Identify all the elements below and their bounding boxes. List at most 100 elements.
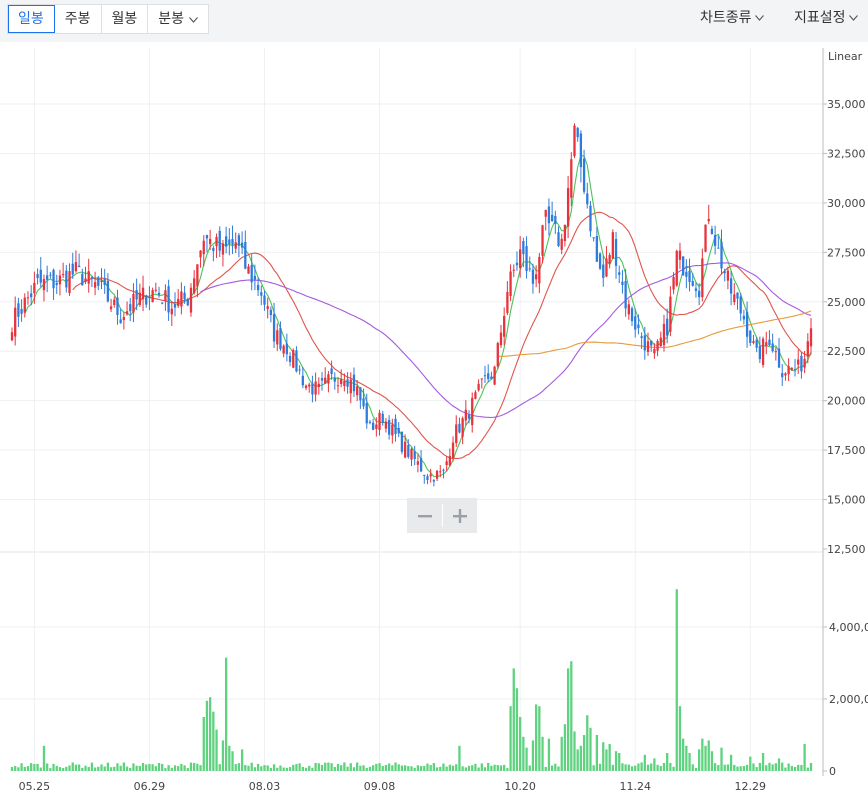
candle-body <box>285 343 289 355</box>
volume-bar <box>688 753 691 771</box>
zoom-in-button[interactable] <box>442 498 477 533</box>
candle-body <box>499 332 503 346</box>
candle-body <box>646 341 650 352</box>
candle-body <box>598 253 602 269</box>
candle-body <box>534 274 538 280</box>
volume-bar <box>435 767 439 771</box>
volume-bar <box>215 729 218 771</box>
volume-bar <box>320 764 324 771</box>
candle-body <box>781 373 784 378</box>
volume-bar <box>474 763 477 771</box>
tab-daily[interactable]: 일봉 <box>8 5 55 33</box>
volume-bar <box>324 762 327 771</box>
candle-body <box>720 241 723 269</box>
volume-bar <box>106 762 110 771</box>
candle-body <box>407 445 410 457</box>
candle-body <box>697 290 701 298</box>
zoom-out-button[interactable] <box>407 498 442 533</box>
volume-bar <box>544 766 547 771</box>
volume-bar <box>119 765 122 771</box>
volume-bar <box>499 765 503 771</box>
volume-bar <box>627 764 630 771</box>
candle-body <box>637 324 640 329</box>
volume-bar <box>269 767 273 771</box>
volume-bar <box>58 767 62 771</box>
volume-bar <box>697 749 701 771</box>
candle-body <box>531 269 535 284</box>
volume-bar <box>17 767 20 771</box>
candle-body <box>634 316 637 330</box>
volume-bar <box>755 767 758 771</box>
volume-bar <box>733 764 736 771</box>
candle-body <box>17 303 20 317</box>
candle-body <box>541 225 544 256</box>
date-tick-label: 09.08 <box>364 780 396 793</box>
volume-bar <box>611 764 614 771</box>
candle-body <box>704 224 707 252</box>
tab-monthly[interactable]: 월봉 <box>102 5 149 33</box>
candle-body <box>304 385 308 389</box>
candle-body <box>180 291 183 307</box>
candle-body <box>368 421 372 423</box>
volume-bar <box>65 766 68 771</box>
candle-body <box>394 418 397 435</box>
candle-body <box>205 234 209 239</box>
volume-bar <box>729 754 733 771</box>
candle-body <box>346 379 349 387</box>
candle-body <box>777 348 781 368</box>
candle-body <box>237 235 241 246</box>
volume-bar <box>311 767 314 771</box>
volume-bar <box>55 765 58 771</box>
candle-body <box>276 330 279 345</box>
volume-bar <box>787 763 790 771</box>
volume-bar <box>694 768 698 771</box>
volume-bar <box>765 765 768 771</box>
candle-body <box>20 308 23 314</box>
candle-body <box>308 384 311 387</box>
candle-body <box>691 281 694 286</box>
volume-bar <box>634 765 637 771</box>
candle-body <box>167 286 170 313</box>
volume-bar <box>167 765 170 771</box>
volume-bar <box>276 767 279 771</box>
chevron-down-icon <box>754 15 764 21</box>
candle-body <box>797 359 800 365</box>
candle-body <box>713 235 717 246</box>
stock-chart[interactable]: 35,000 32,500 30,000 27,500 25,000 22,500 20,0… <box>0 42 868 796</box>
candle-body <box>109 306 113 310</box>
volume-bar <box>90 762 94 771</box>
volume-bar <box>573 731 576 771</box>
candle-body <box>288 355 292 362</box>
volume-bar <box>704 745 707 771</box>
candle-body <box>771 343 774 352</box>
volume-bar <box>512 668 515 771</box>
volume-bar <box>809 762 813 771</box>
volume-bar <box>391 765 394 771</box>
candle-body <box>614 239 618 266</box>
chart-type-dropdown[interactable]: 차트종류 <box>700 4 764 32</box>
volume-bar <box>231 751 234 771</box>
price-tick-label: 12,500 <box>827 543 866 556</box>
volume-bar <box>97 766 100 771</box>
indicator-settings-dropdown[interactable]: 지표설정 <box>794 4 858 32</box>
candle-body <box>218 230 221 251</box>
volume-bar <box>723 764 726 771</box>
candle-body <box>522 241 525 255</box>
volume-bar <box>503 764 506 771</box>
candle-body <box>461 418 464 437</box>
volume-bar <box>800 765 803 771</box>
chevron-down-icon <box>848 15 858 21</box>
candle-body <box>618 272 621 275</box>
tab-minute-label: 분봉 <box>158 11 185 27</box>
candle-body <box>129 304 132 312</box>
volume-bar <box>135 765 138 771</box>
candle-body <box>138 292 141 305</box>
candle-body <box>717 247 720 249</box>
candle-body <box>624 281 627 309</box>
volume-bar <box>461 766 464 771</box>
volume-bar <box>426 763 429 771</box>
tab-weekly[interactable]: 주봉 <box>55 5 102 33</box>
tab-minute[interactable]: 분봉 <box>148 5 208 33</box>
candle-body <box>30 293 33 298</box>
candle-body <box>314 381 317 395</box>
